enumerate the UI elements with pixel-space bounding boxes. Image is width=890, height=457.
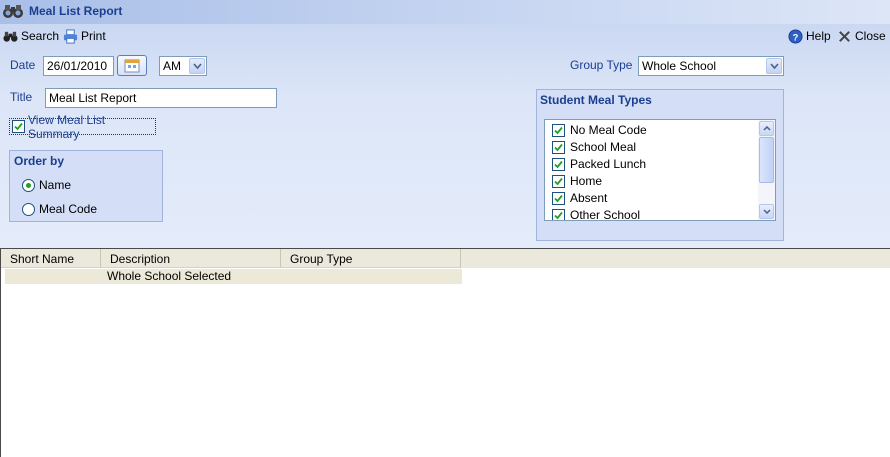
search-button[interactable]: Search [3, 28, 59, 44]
window-title: Meal List Report [29, 4, 123, 18]
group-type-select[interactable]: Whole School [638, 56, 784, 76]
scrollbar[interactable] [758, 120, 775, 220]
scroll-down-button[interactable] [759, 204, 774, 219]
scroll-up-button[interactable] [759, 121, 774, 136]
checkbox[interactable] [552, 174, 565, 188]
binoculars-icon [3, 5, 23, 18]
date-label: Date [10, 58, 36, 72]
table-row[interactable]: Whole School Selected [5, 269, 462, 284]
chevron-down-icon [762, 209, 771, 214]
checkbox[interactable] [552, 123, 565, 137]
date-field[interactable]: 26/01/2010 [43, 56, 114, 76]
scroll-thumb[interactable] [759, 137, 774, 183]
checkbox[interactable] [552, 208, 565, 220]
calendar-button[interactable] [117, 55, 147, 76]
list-item-label: Other School [570, 208, 641, 221]
meal-types-list[interactable]: No Meal Code School Meal Packed Lunch Ho… [544, 119, 776, 221]
chevron-down-icon [766, 58, 782, 74]
order-by-meal-code-label: Meal Code [39, 202, 98, 216]
close-button[interactable]: Close [837, 28, 886, 44]
chevron-down-icon [189, 58, 205, 74]
list-item[interactable]: Home [552, 173, 602, 189]
view-summary-label: View Meal List Summary [28, 112, 106, 141]
period-value: AM [163, 59, 181, 73]
list-item-label: Absent [570, 191, 608, 205]
radio-selected[interactable] [22, 178, 35, 192]
list-item[interactable]: Other School [552, 207, 641, 221]
print-button[interactable]: Print [63, 28, 106, 44]
list-item-label: Home [570, 174, 603, 188]
column-header-description[interactable]: Description [101, 249, 281, 268]
checkbox[interactable] [552, 157, 565, 171]
list-item-label: Packed Lunch [570, 157, 647, 171]
radio-unselected[interactable] [22, 202, 35, 216]
checkbox[interactable] [552, 140, 565, 154]
order-by-meal-code-radio[interactable]: Meal Code [22, 202, 97, 216]
help-icon: ? [788, 28, 803, 44]
list-item-label: School Meal [570, 140, 637, 154]
cell-description: Whole School Selected [107, 269, 232, 283]
checkbox[interactable] [552, 191, 565, 205]
help-button[interactable]: ? Help [788, 28, 831, 44]
period-select[interactable]: AM [159, 56, 207, 76]
order-by-name-label: Name [39, 178, 72, 192]
list-item[interactable]: School Meal [552, 139, 636, 155]
order-by-title: Order by [14, 154, 65, 168]
chevron-up-icon [762, 126, 771, 131]
calendar-icon [124, 59, 140, 72]
grid-header: Short Name Description Group Type [1, 249, 890, 268]
svg-text:?: ? [793, 32, 799, 42]
list-item[interactable]: Absent [552, 190, 607, 206]
column-header-group-type[interactable]: Group Type [281, 249, 461, 268]
checkbox[interactable] [12, 120, 25, 133]
group-type-label: Group Type [570, 58, 633, 72]
title-label: Title [10, 90, 33, 104]
meal-types-title: Student Meal Types [540, 93, 652, 107]
close-icon [839, 30, 850, 42]
search-label: Search [21, 29, 60, 43]
close-label: Close [855, 29, 886, 43]
list-item-label: No Meal Code [570, 123, 647, 137]
binoculars-icon [3, 31, 18, 42]
view-summary-checkbox[interactable]: View Meal List Summary [9, 113, 156, 141]
printer-icon [63, 28, 78, 44]
print-label: Print [81, 29, 106, 43]
title-field[interactable]: Meal List Report [45, 88, 277, 108]
order-by-name-radio[interactable]: Name [22, 178, 71, 192]
list-item[interactable]: Packed Lunch [552, 156, 646, 172]
column-header-short-name[interactable]: Short Name [1, 249, 101, 268]
title-bar: Meal List Report [0, 0, 890, 24]
help-label: Help [806, 29, 831, 43]
group-type-value: Whole School [642, 59, 717, 73]
list-item[interactable]: No Meal Code [552, 122, 647, 138]
results-grid: Short Name Description Group Type Whole … [0, 248, 890, 457]
